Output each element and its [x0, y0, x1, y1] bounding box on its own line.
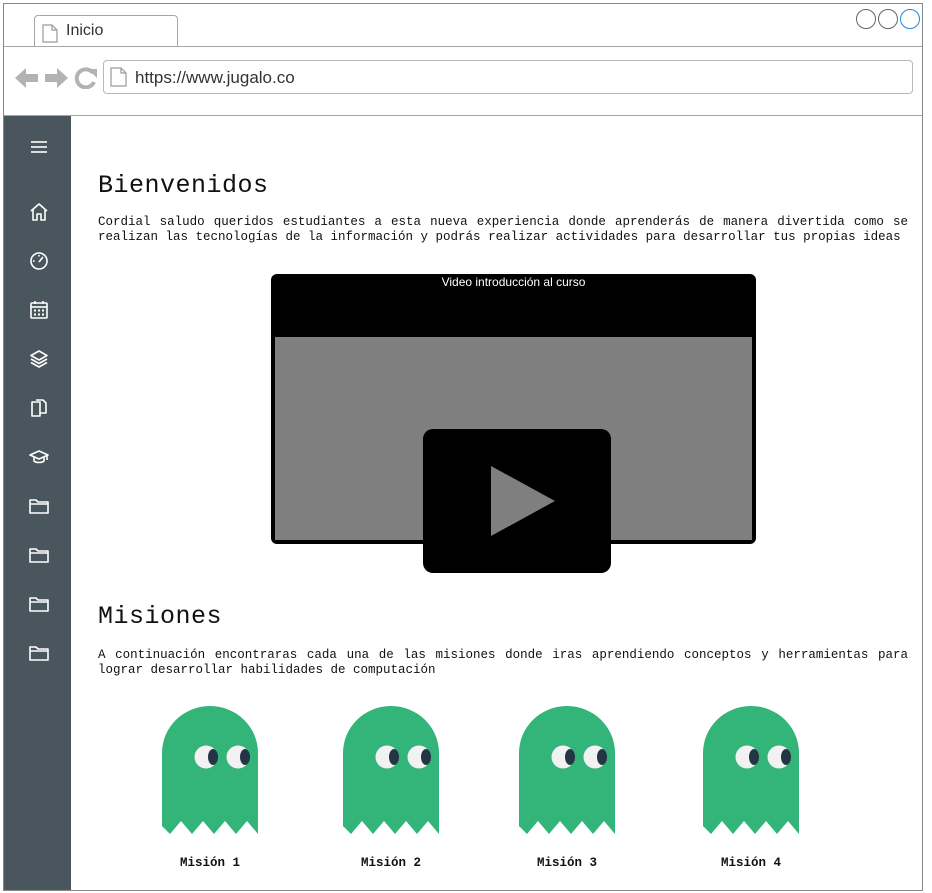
folder-icon [29, 646, 49, 661]
forward-arrow-icon[interactable] [44, 67, 68, 89]
menu-icon [31, 141, 47, 153]
mission-card-4[interactable]: Misión 4 [691, 706, 811, 870]
sidebar-item-folder-1[interactable] [26, 493, 52, 519]
ghost-icon [519, 706, 615, 834]
graduation-cap-icon [29, 450, 49, 464]
mission-label: Misión 3 [536, 856, 597, 870]
sidebar-item-layers[interactable] [26, 346, 52, 372]
play-icon [491, 466, 555, 536]
welcome-text: Cordial saludo queridos estudiantes a es… [98, 215, 908, 244]
ghost-icon [703, 706, 799, 834]
sidebar-item-home[interactable] [26, 199, 52, 225]
folder-icon [29, 597, 49, 612]
ghost-icon [343, 706, 439, 834]
layers-icon [30, 350, 48, 368]
speedometer-icon [30, 252, 48, 270]
title-bar: Inicio [4, 4, 922, 47]
back-arrow-icon[interactable] [15, 67, 39, 89]
address-bar: https://www.jugalo.co [4, 47, 922, 116]
mission-card-2[interactable]: Misión 2 [331, 706, 451, 870]
tab-label: Inicio [66, 22, 104, 39]
files-icon [31, 399, 47, 417]
welcome-title: Bienvenidos [98, 171, 269, 200]
video-title: Video introducción al curso [441, 275, 586, 289]
main-content: Bienvenidos Cordial saludo queridos estu… [71, 116, 922, 890]
mission-card-1[interactable]: Misión 1 [150, 706, 270, 870]
reload-icon[interactable] [74, 67, 98, 89]
tab-inicio[interactable]: Inicio [34, 15, 178, 46]
sidebar-item-menu[interactable] [26, 134, 52, 160]
window-controls [856, 9, 920, 29]
sidebar-item-dashboard[interactable] [26, 248, 52, 274]
document-icon [42, 24, 58, 43]
mission-label: Misión 2 [360, 856, 421, 870]
sidebar [4, 116, 71, 890]
sidebar-item-folder-2[interactable] [26, 542, 52, 568]
sidebar-item-calendar[interactable] [26, 297, 52, 323]
missions-text: A continuación encontraras cada una de l… [98, 648, 908, 677]
ghost-icon [162, 706, 258, 834]
mission-label: Misión 4 [720, 856, 781, 870]
folder-icon [29, 499, 49, 514]
folder-icon [29, 548, 49, 563]
browser-window: Inicio https://www.jugalo.co Bienvenidos… [3, 3, 923, 891]
video-screen [275, 337, 752, 573]
sidebar-item-folder-4[interactable] [26, 640, 52, 666]
video-player[interactable]: Video introducción al curso [271, 274, 756, 573]
sidebar-item-files[interactable] [26, 395, 52, 421]
sidebar-item-courses[interactable] [26, 444, 52, 470]
document-icon [110, 67, 127, 87]
url-text: https://www.jugalo.co [135, 68, 295, 87]
missions-title: Misiones [98, 602, 223, 631]
minimize-button[interactable] [856, 9, 876, 29]
home-icon [30, 203, 48, 221]
close-button[interactable] [900, 9, 920, 29]
sidebar-item-folder-3[interactable] [26, 591, 52, 617]
play-button[interactable] [423, 429, 611, 573]
url-field[interactable]: https://www.jugalo.co [103, 60, 913, 94]
mission-card-3[interactable]: Misión 3 [507, 706, 627, 870]
calendar-icon [30, 301, 48, 319]
mission-label: Misión 1 [179, 856, 240, 870]
maximize-button[interactable] [878, 9, 898, 29]
